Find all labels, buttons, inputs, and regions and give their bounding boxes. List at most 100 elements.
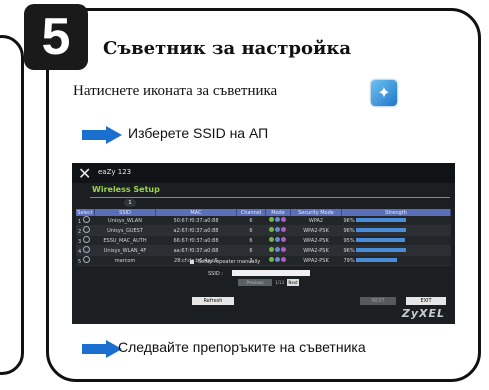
mode-cell bbox=[265, 255, 291, 266]
mac-cell: 50:67:f0:37:a0:88 bbox=[155, 216, 237, 226]
magic-wand-icon[interactable]: ✦ bbox=[371, 80, 397, 106]
refresh-button[interactable]: Refresh bbox=[192, 297, 234, 305]
col-channel: Channel bbox=[236, 209, 266, 216]
mode-cell bbox=[265, 245, 291, 256]
channel-cell: 6 bbox=[236, 225, 266, 236]
radio-button[interactable] bbox=[82, 226, 90, 233]
strength-cell: 79% bbox=[341, 255, 451, 266]
strength-value: 96% bbox=[343, 247, 355, 254]
step-number-badge: 5 bbox=[24, 4, 88, 70]
wireless-setup-heading: Wireless Setup bbox=[92, 185, 160, 194]
col-mode: Mode bbox=[265, 209, 291, 216]
channel-cell: 6 bbox=[236, 245, 266, 256]
channel-cell: 6 bbox=[236, 216, 266, 226]
left-panel-border bbox=[0, 35, 24, 375]
ssid-cell: marcom bbox=[94, 255, 156, 266]
strength-cell: 96% bbox=[341, 245, 451, 256]
strength-cell: 95% bbox=[341, 235, 451, 246]
strength-bar bbox=[356, 218, 407, 222]
col-strength: Strength bbox=[341, 209, 451, 216]
radio-button[interactable] bbox=[82, 216, 90, 223]
manual-setup-option[interactable]: Setup repeater manually bbox=[190, 259, 260, 265]
zyxel-logo: ZyXEL bbox=[401, 307, 445, 320]
row-number: 3 bbox=[78, 239, 82, 245]
row-number: 4 bbox=[78, 249, 82, 255]
table-row[interactable]: 5 marcom 28:cf:da:b6:4a:c5 3 WPA2-PSK 79% bbox=[76, 255, 451, 266]
mode-b-icon bbox=[269, 247, 274, 252]
ap-list-table: Select SSID MAC Channel Mode Security Mo… bbox=[76, 209, 451, 266]
brand-x-icon: ✕ bbox=[78, 164, 92, 183]
mac-cell: aa:67:f0:37:a0:88 bbox=[155, 245, 237, 256]
divider bbox=[90, 197, 450, 198]
mode-b-icon bbox=[269, 257, 274, 262]
strength-bar bbox=[356, 238, 406, 242]
row-number: 5 bbox=[78, 259, 82, 265]
radio-button[interactable] bbox=[82, 256, 90, 263]
next-page-button[interactable]: Next bbox=[287, 279, 299, 286]
instruction-step1: Натиснете иконата за съветника bbox=[73, 83, 278, 99]
strength-value: 96% bbox=[343, 227, 355, 234]
row-select[interactable]: 2 bbox=[76, 225, 95, 236]
arrow-right-icon bbox=[82, 126, 124, 144]
ssid-cell: Unisys_WLAN_4F bbox=[94, 245, 156, 256]
ssid-cell: ESSU_MAC_AUTH bbox=[94, 235, 156, 246]
mode-g-icon bbox=[275, 217, 280, 222]
mode-b-icon bbox=[269, 217, 274, 222]
mode-g-icon bbox=[275, 227, 280, 232]
strength-cell: 96% bbox=[341, 225, 451, 236]
strength-value: 96% bbox=[343, 217, 355, 224]
ssid-label: SSID : bbox=[208, 271, 223, 277]
mode-b-icon bbox=[269, 227, 274, 232]
next-button[interactable]: NEXT bbox=[360, 297, 396, 305]
strength-cell: 96% bbox=[341, 216, 451, 226]
page-title: Съветник за настройка bbox=[103, 38, 352, 59]
row-select[interactable]: 4 bbox=[76, 245, 95, 256]
checkbox[interactable] bbox=[190, 259, 194, 264]
row-select[interactable]: 1 bbox=[76, 216, 95, 226]
ssid-cell: Unisys_GUEST bbox=[94, 225, 156, 236]
mode-g-icon bbox=[275, 257, 280, 262]
mode-cell bbox=[265, 216, 291, 226]
table-row[interactable]: 2 Unisys_GUEST a2:67:f0:37:a0:88 6 WPA2-PSK… bbox=[76, 225, 451, 236]
page-badge: 1 bbox=[124, 199, 136, 207]
col-select: Select bbox=[76, 209, 95, 216]
instruction-step2: Изберете SSID на АП bbox=[128, 125, 269, 141]
channel-cell: 6 bbox=[236, 235, 266, 246]
mode-g-icon bbox=[275, 237, 280, 242]
table-row[interactable]: 4 Unisys_WLAN_4F aa:67:f0:37:a0:88 6 WPA2-P… bbox=[76, 245, 451, 256]
mac-cell: a2:67:f0:37:a0:88 bbox=[155, 225, 237, 236]
previous-button[interactable]: Previous bbox=[238, 279, 272, 286]
exit-button[interactable]: EXIT bbox=[406, 297, 446, 305]
security-cell: WPA2-PSK bbox=[290, 255, 342, 266]
radio-button[interactable] bbox=[82, 236, 90, 243]
ssid-input[interactable] bbox=[232, 270, 310, 276]
mode-cell bbox=[265, 225, 291, 236]
strength-bar bbox=[356, 258, 398, 262]
security-cell: WPA2-PSK bbox=[290, 235, 342, 246]
row-number: 1 bbox=[78, 219, 82, 225]
strength-bar bbox=[356, 228, 407, 232]
radio-button[interactable] bbox=[82, 246, 90, 253]
strength-bar bbox=[356, 248, 407, 252]
wireless-setup-screenshot: ✕ eaZy 123 Wireless Setup 1 Select SSID … bbox=[72, 163, 455, 324]
security-cell: WPA2-PSK bbox=[290, 225, 342, 236]
page-counter: 1/13 bbox=[275, 280, 284, 285]
instruction-step3: Следвайте препоръките на съветника bbox=[118, 339, 366, 355]
brand-name: eaZy 123 bbox=[98, 168, 132, 176]
row-select[interactable]: 5 bbox=[76, 255, 95, 266]
mode-cell bbox=[265, 235, 291, 246]
strength-value: 95% bbox=[343, 237, 355, 244]
table-row[interactable]: 3 ESSU_MAC_AUTH 66:67:f0:37:a0:88 6 WPA2-PS… bbox=[76, 235, 451, 246]
ssid-cell: Unisys_WLAN bbox=[94, 216, 156, 226]
strength-value: 79% bbox=[343, 257, 355, 264]
mode-n-icon bbox=[281, 217, 286, 222]
mode-n-icon bbox=[281, 247, 286, 252]
security-cell: WPA2-PSK bbox=[290, 245, 342, 256]
mode-n-icon bbox=[281, 227, 286, 232]
mode-g-icon bbox=[275, 247, 280, 252]
table-row[interactable]: 1 Unisys_WLAN 50:67:f0:37:a0:88 6 WPA2 96% bbox=[76, 216, 451, 226]
col-security: Security Mode bbox=[290, 209, 342, 216]
row-select[interactable]: 3 bbox=[76, 235, 95, 246]
mode-n-icon bbox=[281, 257, 286, 262]
manual-setup-label: Setup repeater manually bbox=[198, 259, 261, 265]
